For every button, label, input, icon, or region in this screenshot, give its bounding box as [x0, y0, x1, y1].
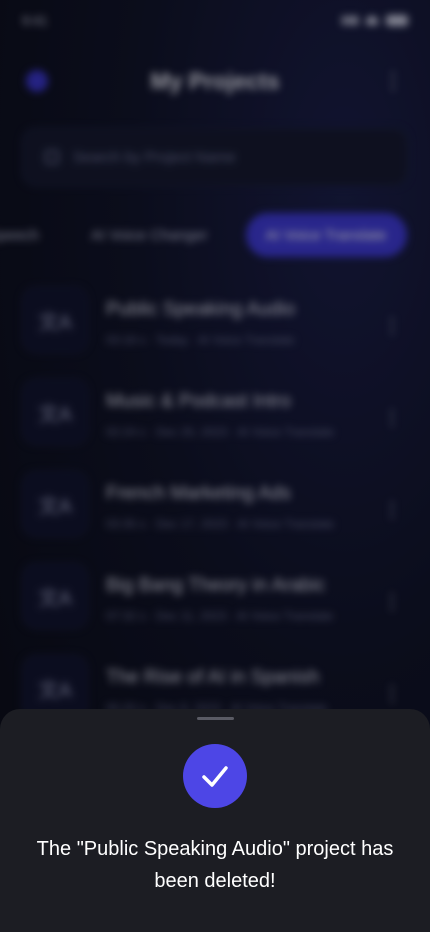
success-badge: [183, 744, 247, 808]
check-icon: [202, 766, 228, 787]
sheet-drag-handle[interactable]: [197, 717, 234, 720]
deleted-message: The "Public Speaking Audio" project has …: [36, 838, 394, 892]
success-bottom-sheet: The "Public Speaking Audio" project has …: [0, 709, 430, 932]
app-screen: 9:41 My Projects ⋮ Search by Project Nam…: [0, 0, 430, 932]
